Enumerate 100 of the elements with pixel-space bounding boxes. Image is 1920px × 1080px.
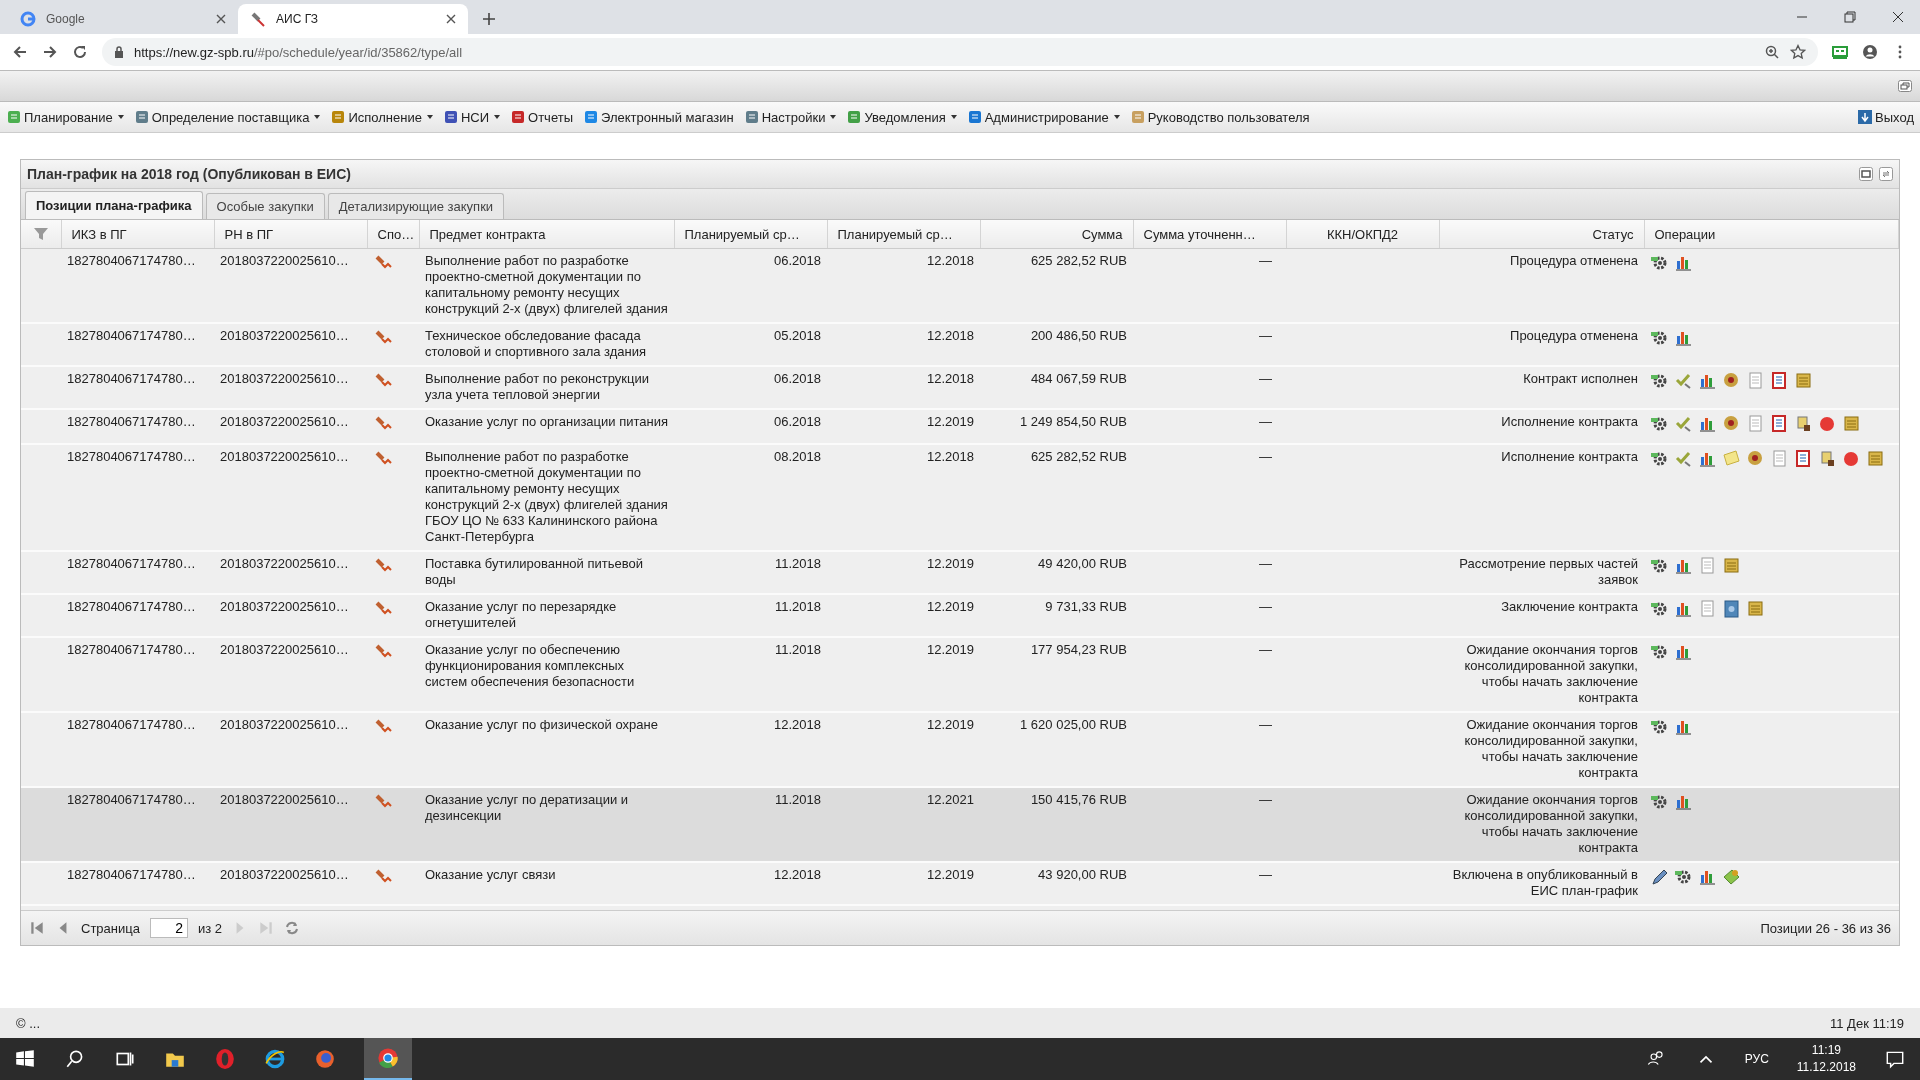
table-cell: 2018037220025610…: [220, 328, 349, 343]
close-icon[interactable]: [216, 14, 226, 24]
pencil-icon[interactable]: [1650, 867, 1670, 887]
fox-logo-icon[interactable]: [314, 1048, 336, 1070]
table-row[interactable]: 1827804067174780… 2018037220025610… Выполнение работ по реконструкции узла учета тепловой энергии 06.2018 12.2018 484 067,59 RUB — Контракт исполнен: [21, 366, 1899, 409]
table-row[interactable]: 1827804067174780… 2018037220025610… Поставка бутилированной питьевой воды 11.2018 12.2019 49 420,00 RUB — Рассмотрение первых частей заявок: [21, 551, 1899, 594]
table-row[interactable]: 1827804067174780… 2018037220025610… Оказание услуг по организации питания 06.2018 12.2019 1 249 854,50 RUB — Исполнение контракта: [21, 409, 1899, 444]
table-cell: —: [1259, 253, 1272, 268]
table-row[interactable]: 1827804067174780… 2018037220025610… Техническое обследование фасада столовой и спортивного зала здания 05.2018 12.2018 200 486,50 RUB — Процедура отменена: [21, 323, 1899, 366]
table-cell: Оказание услуг по дератизации и дезинсекции: [425, 792, 629, 823]
page-input[interactable]: 2: [149, 918, 188, 938]
scroll-icon[interactable]: [1866, 449, 1886, 469]
menu-icon: [583, 109, 599, 125]
coins-icon[interactable]: [1722, 867, 1742, 887]
table-cell: 12.2019: [927, 717, 974, 732]
menu-item[interactable]: Настройки: [743, 109, 837, 125]
table-cell: 12.2019: [927, 867, 974, 882]
taskbar-app-button[interactable]: [364, 1038, 412, 1080]
language-indicator[interactable]: РУС: [1744, 1052, 1769, 1066]
panel-tab[interactable]: Позиции плана-графика: [25, 191, 203, 219]
column-header[interactable]: Статус: [1592, 226, 1634, 242]
table-cell: 11.2018: [774, 556, 821, 571]
menu-item[interactable]: Уведомления: [846, 109, 957, 125]
table-row[interactable]: 1827804067174780… 2018037220025610… Оказание услуг по перезарядке огнетушителей 11.2018 12.2019 9 731,33 RUB — Заключение контракта: [21, 594, 1899, 637]
scroll-icon[interactable]: [1794, 371, 1814, 391]
close-icon[interactable]: [1892, 11, 1904, 23]
column-header[interactable]: Сумма: [1081, 226, 1123, 242]
back-icon[interactable]: [12, 44, 28, 60]
ring-logo-icon: [376, 1046, 400, 1070]
page-label: Страница: [81, 920, 140, 936]
date-time-text: 11 Дек 11:19: [1830, 1015, 1904, 1031]
position-summary: Позиции 26 - 36 из 36: [1760, 920, 1891, 936]
close-icon[interactable]: [446, 14, 456, 24]
table-row[interactable]: 1827804067174780… 2018037220025610… Оказание услуг связи 12.2018 12.2019 43 920,00 RUB — Включена в опубликованный в ЕИС план-график: [21, 862, 1899, 905]
table-cell: 625 282,52 RUB: [1030, 253, 1127, 268]
extension-icon[interactable]: [1832, 44, 1848, 60]
page-count: из 2: [197, 920, 222, 936]
zoom-icon[interactable]: [1764, 44, 1780, 60]
table-cell: 49 420,00 RUB: [1038, 556, 1127, 571]
menu-item[interactable]: НСИ: [442, 109, 501, 125]
restore-icon[interactable]: [1898, 80, 1912, 92]
table-cell: 1827804067174780…: [67, 414, 196, 429]
table-cell: 11.2018: [774, 599, 821, 614]
refresh-icon[interactable]: [1879, 167, 1893, 181]
scroll-icon[interactable]: [1722, 556, 1742, 576]
menu-icon: [442, 109, 459, 125]
menu-item[interactable]: Электронный магазин: [583, 109, 734, 125]
first-page-icon[interactable]: [29, 920, 45, 936]
panel-tab[interactable]: Детализирующие закупки: [327, 193, 505, 219]
menu-item[interactable]: Планирование: [6, 109, 124, 125]
url-text: https://new.gz-spb.ru/#po/schedule/year/id/35862/type/all: [134, 44, 463, 60]
table-cell: 2018037220025610…: [220, 449, 349, 464]
table-cell: Оказание услуг по перезарядке огнетушителей: [425, 599, 617, 630]
table-cell: Исполнение контракта: [1501, 414, 1638, 429]
table-cell: Контракт исполнен: [1523, 371, 1638, 386]
table-cell: 2018037220025610…: [220, 253, 349, 268]
browser-tab[interactable]: АИС ГЗ: [238, 4, 468, 34]
table-cell: 1827804067174780…: [67, 867, 196, 882]
new-tab-icon[interactable]: [482, 12, 496, 26]
table-cell: —: [1259, 792, 1272, 807]
o-logo-icon[interactable]: [214, 1048, 236, 1070]
windows-icon[interactable]: [14, 1048, 36, 1070]
table-cell: 12.2021: [927, 792, 974, 807]
table-cell: 177 954,23 RUB: [1030, 642, 1127, 657]
exit-button[interactable]: Выход: [1857, 109, 1914, 125]
menu-item[interactable]: Определение поставщика: [133, 109, 321, 125]
table-cell: 06.2018: [774, 371, 821, 386]
menu-icon: [6, 109, 22, 125]
table-row[interactable]: 1827804067174780… 2018037220025610… Оказание услуг по дератизации и дезинсекции 11.2018 12.2021 150 415,76 RUB — Ожидание окончания торгов консолидированной закупки, чтобы начать заключение контракта: [21, 787, 1899, 862]
table-cell: Техническое обследование фасада столовой и спортивного зала здания: [425, 328, 647, 359]
table-cell: Заключение контракта: [1501, 599, 1638, 614]
profile-icon[interactable]: [1862, 44, 1878, 60]
table-cell: Оказание услуг по организации питания: [425, 414, 668, 429]
forward-icon[interactable]: [42, 44, 58, 60]
column-header[interactable]: Операции: [1654, 226, 1716, 242]
panel-tab[interactable]: Особые закупки: [205, 193, 325, 219]
e-logo-icon[interactable]: [264, 1048, 286, 1070]
clock[interactable]: 11:19 11.12.2018: [1796, 1042, 1856, 1076]
address-bar[interactable]: https://new.gz-spb.ru/#po/schedule/year/id/35862/type/all: [102, 38, 1818, 66]
scroll-icon[interactable]: [1746, 599, 1766, 619]
filter-icon[interactable]: [32, 226, 49, 243]
column-header[interactable]: РН в ПГ: [224, 226, 274, 242]
restore-icon[interactable]: [1844, 11, 1856, 23]
browser-tab[interactable]: Google: [8, 4, 238, 34]
menu-item[interactable]: Администрирование: [966, 109, 1120, 125]
menu-item[interactable]: Исполнение: [330, 109, 433, 125]
table-cell: 2018037220025610…: [220, 642, 349, 657]
caret-icon: [117, 115, 124, 119]
refresh-icon[interactable]: [284, 920, 300, 936]
star-icon[interactable]: [1790, 44, 1806, 60]
table-cell: 06.2018: [774, 253, 821, 268]
menu-item[interactable]: Отчеты: [510, 109, 573, 125]
menu-item[interactable]: Руководство пользователя: [1129, 109, 1310, 125]
hammer-icon: [250, 11, 266, 27]
reload-icon[interactable]: [72, 44, 88, 60]
table-cell: —: [1259, 414, 1272, 429]
scroll-icon[interactable]: [1842, 414, 1862, 434]
maximize-icon[interactable]: [1859, 167, 1873, 181]
caret-icon: [1113, 115, 1120, 119]
table-cell: 1827804067174780…: [67, 642, 196, 657]
